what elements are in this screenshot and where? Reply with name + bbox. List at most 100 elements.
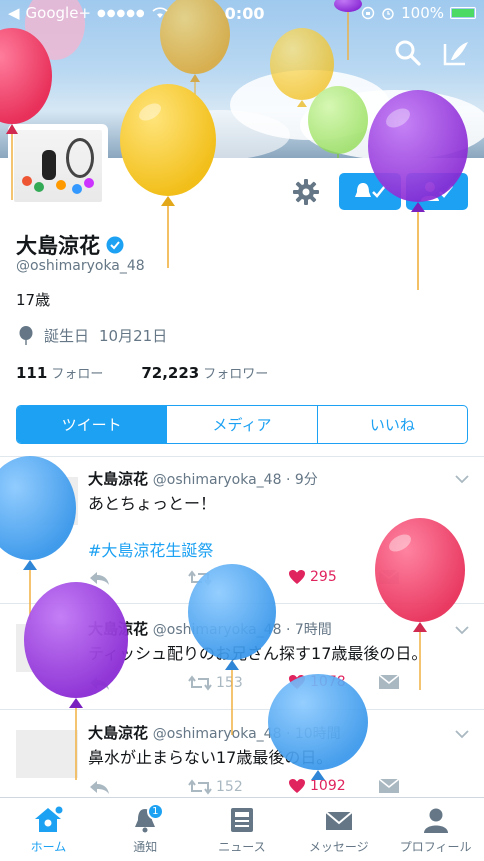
followers-stat[interactable]: 72,223 フォロワー	[141, 363, 268, 382]
nav-home-label: ホーム	[30, 840, 67, 854]
tweet-author: 大島涼花	[88, 470, 149, 488]
nav-profile[interactable]: プロフィール	[387, 798, 484, 861]
retweet-icon	[188, 675, 212, 691]
reply-icon[interactable]	[88, 778, 110, 796]
verified-badge-icon	[106, 236, 124, 254]
tweet-actions: 153 1078	[88, 674, 418, 696]
followers-label: フォロワー	[203, 367, 269, 382]
like-button[interactable]: 295	[288, 569, 337, 585]
direct-message-icon[interactable]	[378, 569, 400, 585]
clock: 0:00	[224, 3, 265, 23]
person-check-icon	[421, 181, 453, 201]
like-count: 1078	[310, 674, 346, 690]
heart-icon	[289, 570, 305, 584]
tweet-item[interactable]: 大島涼花 @oshimaryoka_48 · 7時間 ティッシュ配りのお兄さん探…	[0, 604, 484, 708]
tab-tweets[interactable]: ツイート	[17, 406, 167, 443]
tweet-meta: @oshimaryoka_48 · 10時間	[152, 726, 341, 742]
nav-notifications[interactable]: 1 通知	[97, 798, 194, 861]
battery-icon	[450, 7, 476, 19]
profile-handle: @oshimaryoka_48	[16, 258, 145, 274]
nav-news-label: ニュース	[218, 840, 266, 854]
notifications-badge: 1	[146, 803, 164, 820]
birthday-label: 誕生日	[44, 327, 90, 345]
nav-profile-label: プロフィール	[399, 840, 472, 854]
tweet-avatar[interactable]	[16, 730, 78, 778]
tweet-author: 大島涼花	[88, 724, 149, 742]
tweet-avatar[interactable]	[16, 624, 78, 672]
like-count: 1092	[310, 778, 346, 794]
person-icon	[423, 808, 448, 833]
news-icon	[230, 808, 253, 832]
like-button[interactable]: 1092	[288, 778, 346, 794]
tweet-author: 大島涼花	[88, 620, 149, 638]
home-icon	[35, 806, 63, 832]
direct-message-icon[interactable]	[378, 674, 400, 690]
following-stat[interactable]: 111 フォロー	[16, 363, 103, 382]
signal-dots: ●●●●●	[97, 7, 146, 19]
following-count: 111	[16, 364, 48, 382]
profile-avatar[interactable]	[8, 124, 108, 208]
tweet-item[interactable]: 大島涼花 @oshimaryoka_48 · 9分 あとちょっとー！ #大島涼花…	[0, 457, 484, 602]
bell-check-icon	[355, 182, 386, 198]
profile-birthday: 誕生日 10月21日	[18, 325, 167, 346]
alarm-icon	[382, 8, 394, 20]
tweet-header: 大島涼花 @oshimaryoka_48 · 7時間	[88, 618, 332, 639]
profile-name: 大島涼花	[16, 230, 124, 260]
nav-messages[interactable]: メッセージ	[290, 798, 387, 861]
nav-notifications-label: 通知	[133, 840, 158, 854]
tweet-text: あとちょっとー！	[88, 494, 217, 513]
tweet-hashtag[interactable]: #大島涼花生誕祭	[88, 537, 213, 561]
retweet-button[interactable]: 153	[188, 674, 243, 692]
status-bar: ◀ Google+ ●●●●● 0:00 100%	[0, 0, 484, 26]
bottom-tab-bar: ホーム 1 通知 ニュース メッセージ プロフィール	[0, 797, 484, 861]
compose-tweet-icon[interactable]	[441, 38, 471, 68]
tweet-text: ティッシュ配りのお兄さん探す17歳最後の日。	[88, 644, 428, 663]
follow-stats: 111 フォロー 72,223 フォロワー	[16, 363, 268, 382]
reply-icon[interactable]	[88, 674, 110, 692]
retweet-icon[interactable]	[188, 569, 212, 587]
nav-home[interactable]: ホーム	[0, 798, 97, 861]
profile-name-text: 大島涼花	[16, 234, 100, 258]
tweet-header: 大島涼花 @oshimaryoka_48 · 9分	[88, 468, 318, 489]
tab-media[interactable]: メディア	[166, 406, 316, 443]
like-button[interactable]: 1078	[288, 674, 346, 690]
carrier-label: Google+	[25, 4, 92, 22]
tweet-avatar[interactable]	[16, 477, 78, 525]
like-count: 295	[310, 569, 337, 585]
battery-percent: 100%	[401, 4, 444, 22]
back-to-app-icon[interactable]: ◀	[8, 4, 20, 22]
tweet-item[interactable]: 大島涼花 @oshimaryoka_48 · 10時間 鼻水が止まらない17歳最…	[0, 710, 484, 797]
tweet-actions: 295	[88, 569, 418, 591]
chevron-down-icon[interactable]	[455, 474, 469, 484]
wifi-icon	[152, 7, 168, 18]
settings-gear-icon[interactable]	[290, 176, 322, 208]
direct-message-icon[interactable]	[378, 778, 400, 794]
following-button[interactable]	[406, 173, 468, 210]
tweet-meta: @oshimaryoka_48 · 7時間	[152, 622, 332, 638]
notifications-on-button[interactable]	[339, 173, 401, 210]
rotation-lock-icon	[361, 6, 375, 20]
retweet-button[interactable]: 152	[188, 778, 243, 796]
heart-icon	[289, 675, 305, 689]
envelope-icon	[325, 811, 353, 830]
tweet-text: 鼻水が止まらない17歳最後の日。	[88, 748, 333, 767]
retweet-count: 153	[216, 675, 243, 691]
retweet-icon	[188, 779, 212, 795]
followers-count: 72,223	[141, 364, 200, 382]
tweet-header: 大島涼花 @oshimaryoka_48 · 10時間	[88, 722, 341, 743]
reply-icon[interactable]	[88, 569, 110, 587]
balloon-icon	[19, 325, 33, 345]
search-icon[interactable]	[393, 38, 423, 68]
retweet-count: 152	[216, 779, 243, 795]
birthday-value: 10月21日	[99, 327, 168, 345]
tab-likes[interactable]: いいね	[316, 406, 467, 443]
nav-messages-label: メッセージ	[308, 840, 369, 854]
chevron-down-icon[interactable]	[455, 625, 469, 635]
profile-tabs: ツイート メディア いいね	[16, 405, 468, 444]
profile-bio: 17歳	[16, 291, 51, 309]
tweet-meta: @oshimaryoka_48 · 9分	[152, 472, 318, 488]
chevron-down-icon[interactable]	[455, 729, 469, 739]
heart-icon	[289, 779, 305, 793]
following-label: フォロー	[51, 367, 104, 382]
nav-news[interactable]: ニュース	[194, 798, 291, 861]
